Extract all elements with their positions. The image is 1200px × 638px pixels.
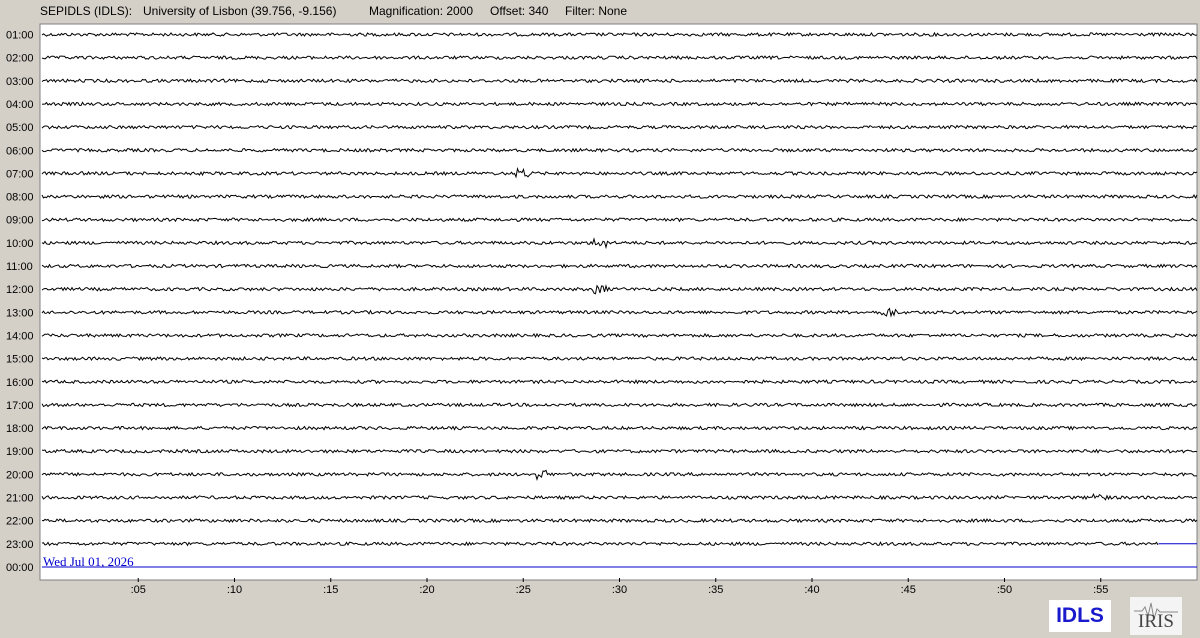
row-label: 11:00	[6, 261, 33, 273]
row-label: 13:00	[6, 307, 34, 319]
row-label: 03:00	[6, 76, 34, 88]
x-axis-ticks: :05 :10 :15 :20 :25 :30 :35 :40 :45 :50 :55	[131, 578, 1108, 596]
row-label: 14:00	[6, 330, 34, 342]
row-label: 06:00	[6, 145, 34, 157]
row-label: 04:00	[6, 99, 34, 111]
row-label: 17:00	[6, 400, 34, 412]
filter-label: Filter: None	[565, 4, 628, 18]
location-label: University of Lisbon (39.756, -9.156)	[143, 4, 337, 18]
iris-logo: IRIS	[1130, 597, 1182, 635]
station-label: SEPIDLS (IDLS):	[40, 4, 133, 18]
row-label: 02:00	[6, 53, 34, 65]
row-label: 10:00	[6, 238, 34, 250]
row-label: 16:00	[6, 377, 34, 389]
x-tick-label: :05	[131, 584, 146, 596]
row-labels: 01:00 02:00 03:00 04:00 05:00 06:00 07:00 08:00…	[6, 30, 34, 574]
x-tick-label: :25	[516, 584, 531, 596]
date-label: Wed Jul 01, 2026	[43, 554, 134, 569]
x-tick-label: :15	[323, 584, 338, 596]
helicorder-plot: 01:00 02:00 03:00 04:00 05:00 06:00 07:00 08:00…	[0, 22, 1200, 638]
x-tick-label: :45	[901, 584, 916, 596]
row-label: 08:00	[6, 192, 34, 204]
row-label: 01:00	[6, 30, 34, 42]
x-tick-label: :35	[708, 584, 723, 596]
row-label: 07:00	[6, 168, 34, 180]
x-tick-label: :55	[1093, 584, 1108, 596]
row-label: 05:00	[6, 122, 34, 134]
row-label: 23:00	[6, 539, 34, 551]
header-bar: SEPIDLS (IDLS): University of Lisbon (39…	[0, 0, 1200, 22]
x-tick-label: :30	[612, 584, 627, 596]
helicorder-svg: 01:00 02:00 03:00 04:00 05:00 06:00 07:00 08:00…	[6, 23, 1198, 596]
row-label: 18:00	[6, 423, 34, 435]
row-label: 00:00	[6, 562, 34, 574]
row-label: 21:00	[6, 493, 34, 505]
x-tick-label: :40	[804, 584, 819, 596]
row-label: 09:00	[6, 215, 34, 227]
iris-logo-text: IRIS	[1138, 611, 1174, 632]
row-label: 20:00	[6, 469, 34, 481]
row-label: 15:00	[6, 354, 34, 366]
row-label: 22:00	[6, 516, 34, 528]
x-tick-label: :20	[419, 584, 434, 596]
offset-label: Offset: 340	[490, 4, 549, 18]
row-label: 12:00	[6, 284, 34, 296]
idls-logo: IDLS	[1049, 600, 1111, 632]
magnification-label: Magnification: 2000	[369, 4, 474, 18]
x-tick-label: :50	[997, 584, 1012, 596]
row-label: 19:00	[6, 446, 34, 458]
x-tick-label: :10	[227, 584, 242, 596]
